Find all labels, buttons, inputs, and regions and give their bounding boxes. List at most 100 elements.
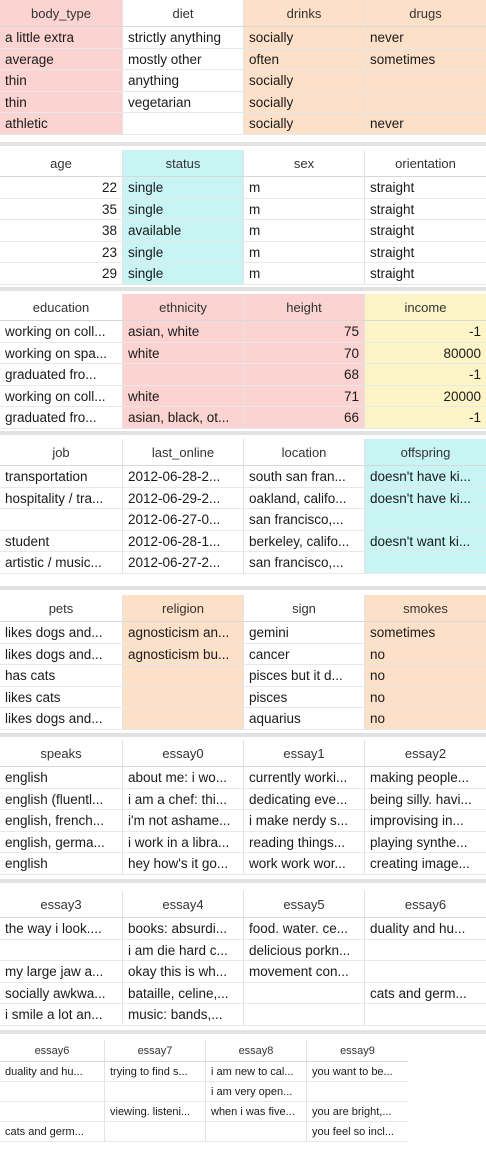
column-header[interactable]: job <box>0 439 122 466</box>
column-header[interactable]: speaks <box>0 740 122 767</box>
table-cell: south san fran... <box>243 466 364 488</box>
column-header[interactable]: body_type <box>0 0 122 27</box>
column-header[interactable]: orientation <box>364 150 486 177</box>
table-divider <box>0 142 486 146</box>
column-header[interactable]: offspring <box>364 439 486 466</box>
table-row: the way i look.... books: absurdi... foo… <box>0 918 486 940</box>
table-cell: trying to find s... <box>104 1062 205 1082</box>
column-header[interactable]: status <box>122 150 243 177</box>
column-header[interactable]: essay0 <box>122 740 243 767</box>
table-cell: creating image... <box>364 853 486 875</box>
table-cell: working on spa... <box>0 343 122 364</box>
table-cell: agnosticism an... <box>122 622 243 644</box>
table-cell: books: absurdi... <box>122 918 243 940</box>
table-cell: berkeley, califo... <box>243 530 364 552</box>
table-cell: i smile a lot an... <box>0 1004 122 1026</box>
table-cell: no <box>364 643 486 665</box>
table-cell <box>104 1122 205 1142</box>
table-cell: 23 <box>0 242 122 263</box>
column-header[interactable]: essay5 <box>243 891 364 918</box>
column-header[interactable]: income <box>364 294 486 321</box>
table-cell <box>0 940 122 961</box>
column-header[interactable]: essay6 <box>0 1040 104 1062</box>
table-header: speaks essay0 essay1 essay2 <box>0 740 486 767</box>
table-cell <box>122 686 243 708</box>
table-cell: m <box>243 263 364 285</box>
table-cell <box>364 70 486 92</box>
column-header[interactable]: education <box>0 294 122 321</box>
table-row: 22 single m straight <box>0 177 486 199</box>
table-cell: straight <box>364 177 486 199</box>
column-header[interactable]: essay1 <box>243 740 364 767</box>
table-row: english (fluentl... i am a chef: thi... … <box>0 788 486 810</box>
table-age: age status sex orientation 22 single m s… <box>0 150 486 285</box>
column-header[interactable]: sign <box>243 595 364 622</box>
table-cell: straight <box>364 220 486 242</box>
table-cell <box>104 1082 205 1102</box>
table-cell: athletic <box>0 113 122 135</box>
table-cell <box>364 509 486 531</box>
table-cell: sometimes <box>364 622 486 644</box>
table-cell <box>122 708 243 730</box>
table-row: likes dogs and... agnosticism bu... canc… <box>0 643 486 665</box>
column-header[interactable]: last_online <box>122 439 243 466</box>
table-cell: m <box>243 241 364 263</box>
table-cell <box>205 1122 306 1142</box>
table-cell: white <box>122 385 243 407</box>
column-header[interactable]: essay3 <box>0 891 122 918</box>
table-cell: playing synthe... <box>364 831 486 853</box>
table-cell: i am very open... <box>205 1082 306 1102</box>
table-cell <box>364 1004 486 1026</box>
table-cell: 71 <box>243 385 364 407</box>
table-row: athletic socially never <box>0 113 486 135</box>
table-row: english hey how's it go... work work wor… <box>0 853 486 875</box>
table-cell: 2012-06-28-2... <box>122 466 243 488</box>
column-header[interactable]: essay2 <box>364 740 486 767</box>
column-header[interactable]: height <box>243 294 364 321</box>
column-header[interactable]: location <box>243 439 364 466</box>
table-cell: cats and germ... <box>0 1122 104 1142</box>
column-header[interactable]: religion <box>122 595 243 622</box>
table-cell: english (fluentl... <box>0 789 122 810</box>
table-row: english about me: i wo... currently work… <box>0 767 486 789</box>
table-row: 2012-06-27-0... san francisco,... <box>0 509 486 531</box>
column-header[interactable]: diet <box>122 0 243 27</box>
column-header[interactable]: ethnicity <box>122 294 243 321</box>
column-header[interactable]: smokes <box>364 595 486 622</box>
table-row: hospitality / tra... 2012-06-29-2... oak… <box>0 487 486 509</box>
table-cell: 80000 <box>364 342 486 364</box>
table-cell <box>364 552 486 574</box>
table-cell: english, french... <box>0 810 122 832</box>
column-header[interactable]: essay4 <box>122 891 243 918</box>
table-cell: has cats <box>0 665 122 687</box>
table-row: transportation 2012-06-28-2... south san… <box>0 466 486 488</box>
table-education: education ethnicity height income workin… <box>0 294 486 429</box>
table-cell: socially <box>243 91 364 113</box>
table-cell: average <box>0 48 122 70</box>
table-cell: i am die hard c... <box>122 939 243 961</box>
table-cell: gemini <box>243 622 364 644</box>
table-essay3: essay3 essay4 essay5 essay6 the way i lo… <box>0 891 486 1026</box>
column-header[interactable]: pets <box>0 595 122 622</box>
table-cell: you want to be... <box>306 1062 408 1082</box>
table-cell: likes dogs and... <box>0 708 122 730</box>
table-cell: you are bright,... <box>306 1102 408 1122</box>
table-cell: mostly other <box>122 48 243 70</box>
column-header[interactable]: sex <box>243 150 364 177</box>
table-cell: 75 <box>243 321 364 343</box>
column-header[interactable]: essay8 <box>205 1040 306 1062</box>
table-row: student 2012-06-28-1... berkeley, califo… <box>0 530 486 552</box>
table-cell: m <box>243 220 364 242</box>
table-cell: doesn't have ki... <box>364 466 486 488</box>
column-header[interactable]: essay6 <box>364 891 486 918</box>
table-cell: 35 <box>0 199 122 220</box>
table-cell: thin <box>0 70 122 92</box>
table-cell: single <box>122 177 243 199</box>
table-job: job last_online location offspring trans… <box>0 439 486 574</box>
table-row: a little extra strictly anything sociall… <box>0 27 486 49</box>
column-header[interactable]: drugs <box>364 0 486 27</box>
column-header[interactable]: age <box>0 150 122 177</box>
column-header[interactable]: drinks <box>243 0 364 27</box>
column-header[interactable]: essay7 <box>104 1040 205 1062</box>
column-header[interactable]: essay9 <box>306 1040 408 1062</box>
